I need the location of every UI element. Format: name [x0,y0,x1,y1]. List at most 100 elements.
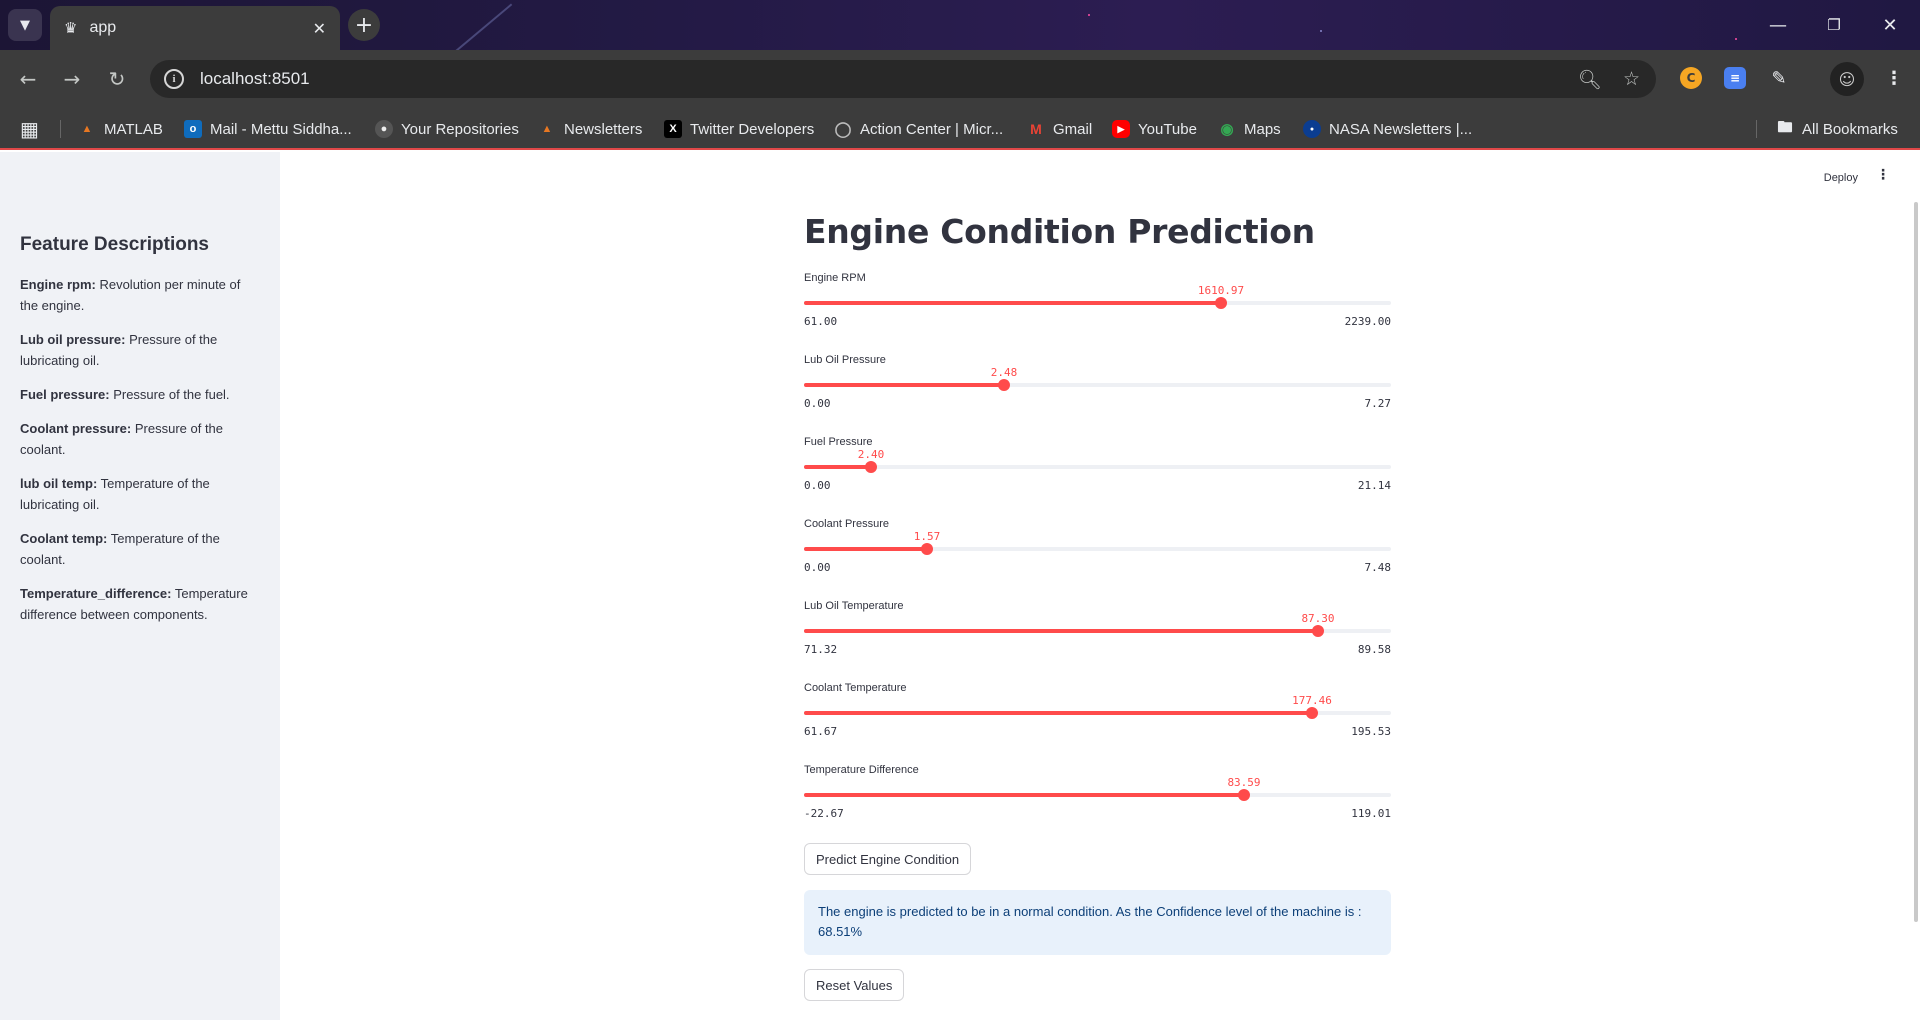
extension-c-icon[interactable]: C [1680,67,1702,89]
bookmark-nasa[interactable]: ● NASA Newsletters |... [1303,117,1472,141]
feature-description: Temperature_difference: Temperature diff… [20,583,260,625]
background-streak [449,3,513,50]
back-button[interactable]: ← [14,65,42,93]
tab-search-button[interactable]: ▼ [8,9,42,41]
slider-thumb[interactable] [998,379,1010,391]
site-info-icon[interactable]: i [164,69,184,89]
slider-min: 0.00 [804,397,831,410]
bookmark-label: Maps [1244,120,1281,138]
slider-track[interactable] [804,629,1391,633]
bookmark-gmail[interactable]: M Gmail [1027,117,1092,141]
bookmark-label: Your Repositories [401,120,519,138]
profile-avatar[interactable]: ☺ [1830,62,1864,96]
slider-coolant-pressure[interactable]: Coolant Pressure 1.57 0.00 7.48 [804,518,1391,588]
slider-label: Lub Oil Pressure [804,354,886,366]
all-bookmarks-button[interactable]: 🖿︎ All Bookmarks [1776,117,1897,141]
forward-button[interactable]: → [58,65,86,93]
bookmark-star-icon[interactable]: ☆ [1623,68,1640,90]
new-tab-button[interactable]: + [348,9,380,41]
deploy-button[interactable]: Deploy [1824,172,1858,184]
slider-track[interactable] [804,711,1391,715]
slider-track[interactable] [804,301,1391,305]
bookmark-matlab[interactable]: ▲ MATLAB [78,117,163,141]
browser-tab[interactable]: ♛ app ✕ [50,6,340,50]
page-title: Engine Condition Prediction [804,212,1315,251]
slider-min: 0.00 [804,479,831,492]
slider-lub-oil-temperature[interactable]: Lub Oil Temperature 87.30 71.32 89.58 [804,600,1391,670]
slider-track[interactable] [804,547,1391,551]
slider-track[interactable] [804,793,1391,797]
slider-value: 83.59 [1227,776,1261,789]
sidebar-heading: Feature Descriptions [20,234,209,255]
address-bar[interactable]: i localhost:8501 🔍︎ ☆ [150,60,1656,98]
url-text: localhost:8501 [200,69,310,88]
feature-term: Fuel pressure: [20,387,110,402]
close-window-button[interactable]: ✕ [1876,12,1904,38]
slider-label: Coolant Temperature [804,682,907,694]
slider-temperature-difference[interactable]: Temperature Difference 83.59 -22.67 119.… [804,764,1391,834]
slider-coolant-temperature[interactable]: Coolant Temperature 177.46 61.67 195.53 [804,682,1391,752]
app-menu-icon[interactable]: ⋮ [1876,167,1890,183]
slider-fuel-pressure[interactable]: Fuel Pressure 2.40 0.00 21.14 [804,436,1391,506]
plus-icon: + [354,12,374,38]
slider-track[interactable] [804,465,1391,469]
slider-thumb[interactable] [1306,707,1318,719]
slider-min: 61.00 [804,315,838,328]
slider-fill [804,383,1004,387]
slider-thumb[interactable] [865,461,877,473]
bookmark-label: MATLAB [104,120,163,138]
extensions-puzzle-icon[interactable]: ✎ [1768,67,1790,89]
slider-min: 61.67 [804,725,838,738]
feature-description: lub oil temp: Temperature of the lubrica… [20,473,260,515]
feature-description: Coolant pressure: Pressure of the coolan… [20,418,260,460]
slider-label: Engine RPM [804,272,866,284]
slider-min: -22.67 [804,807,844,820]
github-icon: ● [375,120,393,138]
apps-grid-icon[interactable]: ▦ [20,117,39,141]
feature-description: Fuel pressure: Pressure of the fuel. [20,384,260,405]
bookmark-mail[interactable]: o Mail - Mettu Siddha... [184,117,352,141]
main-area: Deploy ⋮ Engine Condition Prediction Eng… [280,152,1920,1020]
reset-button[interactable]: Reset Values [804,969,905,1001]
slider-fill [804,711,1312,715]
bookmark-action-center[interactable]: ◯ Action Center | Micr... [834,117,1004,141]
bookmark-label: NASA Newsletters |... [1329,120,1473,138]
slider-max: 195.53 [1351,725,1391,738]
slider-max: 21.14 [1357,479,1391,492]
slider-thumb[interactable] [1312,625,1324,637]
nasa-icon: ● [1303,120,1321,138]
slider-value: 2.40 [857,448,885,461]
scrollbar[interactable] [1914,202,1918,922]
restore-window-button[interactable]: ❐ [1820,12,1848,38]
background-star [1735,38,1737,40]
minimize-window-button[interactable]: — [1764,12,1792,38]
bookmarks-bar: ▦ ▲ MATLAB o Mail - Mettu Siddha... ● Yo… [0,108,1920,150]
bookmark-newsletters[interactable]: ▲ Newsletters [538,117,643,141]
bookmark-youtube[interactable]: ▶ YouTube [1112,117,1197,141]
slider-thumb[interactable] [1238,789,1250,801]
slider-label: Coolant Pressure [804,518,889,530]
slider-engine-rpm[interactable]: Engine RPM 1610.97 61.00 2239.00 [804,272,1391,342]
gmail-icon: M [1030,121,1042,137]
close-tab-icon[interactable]: ✕ [313,19,326,38]
outlook-icon: o [184,120,202,138]
browser-menu-icon[interactable]: ⋮ [1883,67,1905,89]
slider-min: 0.00 [804,561,831,574]
slider-lub-oil-pressure[interactable]: Lub Oil Pressure 2.48 0.00 7.27 [804,354,1391,424]
bookmark-github[interactable]: ● Your Repositories [375,117,519,141]
youtube-icon: ▶ [1112,120,1130,138]
predict-button[interactable]: Predict Engine Condition [804,843,972,875]
slider-fill [804,465,871,469]
slider-fill [804,547,927,551]
slider-thumb[interactable] [1215,297,1227,309]
zoom-icon[interactable]: 🔍︎ [1578,68,1602,91]
bookmark-twitter[interactable]: X Twitter Developers [664,117,814,141]
slider-thumb[interactable] [921,543,933,555]
slider-track[interactable] [804,383,1391,387]
slider-max: 2239.00 [1344,315,1391,328]
bookmark-maps[interactable]: ◉ Maps [1218,117,1281,141]
globe-icon: ◯ [834,121,852,138]
slider-fill [804,793,1244,797]
reload-button[interactable]: ↻ [103,65,131,93]
extension-docs-icon[interactable]: ≡ [1724,67,1746,89]
